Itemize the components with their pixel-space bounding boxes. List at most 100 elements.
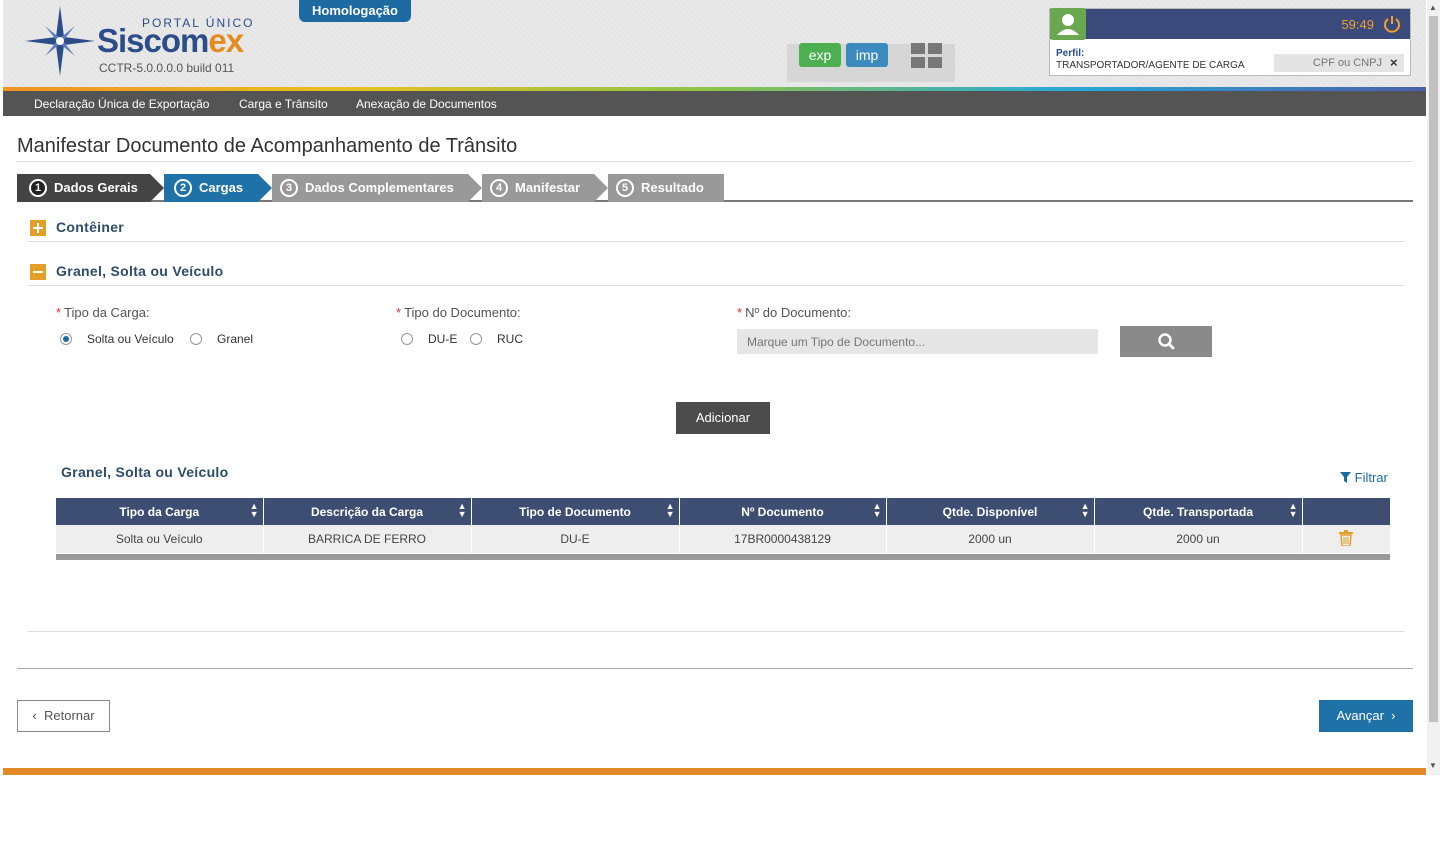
siscomex-logo[interactable]: PORTAL ÚNICO Siscomex CCTR-5.0.0.0.0 bui… (25, 6, 255, 78)
section-container-title[interactable]: Contêiner (56, 219, 124, 235)
col-header-qtde-disponivel[interactable]: Qtde. Disponível ▲ ▼ (886, 498, 1095, 525)
table-title: Granel, Solta ou Veículo (61, 464, 229, 480)
title-divider (17, 161, 1413, 162)
step-arrow (258, 174, 272, 202)
next-button[interactable]: Avançar › (1319, 700, 1413, 732)
power-logout-icon[interactable] (1382, 14, 1402, 34)
col-header-tipo-carga[interactable]: Tipo da Carga ▲ ▼ (56, 498, 264, 525)
num-doc-label-text: Nº do Documento: (745, 305, 851, 320)
sort-icon[interactable]: ▲ ▼ (458, 502, 467, 519)
cell-qtde-disponivel: 2000 un (886, 525, 1095, 553)
radio-solta-veiculo[interactable] (60, 333, 72, 345)
search-icon (1158, 333, 1175, 350)
cell-numero-documento: 17BR0000438129 (679, 525, 887, 553)
wizard-step-dados-gerais[interactable]: 1 Dados Gerais (17, 174, 150, 202)
menu-item-carga-transito[interactable]: Carga e Trânsito (239, 97, 328, 111)
radio-solta-veiculo-label[interactable]: Solta ou Veículo (87, 332, 174, 346)
page-scrollbar[interactable]: ▲ ▼ (1427, 0, 1440, 775)
main-menu: Declaração Única de Exportação Carga e T… (3, 91, 1426, 116)
wizard-step-dados-complementares[interactable]: 3 Dados Complementares (272, 174, 468, 202)
step-number: 1 (29, 178, 47, 197)
col-header-qtde-transportada[interactable]: Qtde. Transportada ▲ ▼ (1094, 498, 1303, 525)
table-row: Solta ou Veículo BARRICA DE FERRO DU-E 1… (56, 525, 1390, 553)
logo-name: Siscomex (97, 22, 244, 60)
col-header-label: Qtde. Disponível (942, 504, 1038, 519)
col-header-label: Nº Documento (741, 504, 824, 519)
step-arrow (594, 174, 608, 202)
radio-due-label[interactable]: DU-E (428, 332, 457, 346)
compass-star-icon (25, 6, 95, 76)
sort-icon[interactable]: ▲ ▼ (1289, 502, 1298, 519)
scroll-up-icon[interactable]: ▲ (1429, 3, 1437, 12)
exp-button[interactable]: exp (799, 43, 841, 67)
page: PORTAL ÚNICO Siscomex CCTR-5.0.0.0.0 bui… (0, 0, 1440, 860)
section-divider (27, 285, 1405, 286)
col-header-numero-documento[interactable]: Nº Documento ▲ ▼ (679, 498, 887, 525)
close-icon[interactable]: × (1390, 55, 1398, 70)
cell-tipo-carga: Solta ou Veículo (56, 525, 264, 553)
cpf-cnpj-input[interactable] (1274, 54, 1404, 72)
radio-due[interactable] (401, 333, 413, 345)
radio-ruc[interactable] (470, 333, 482, 345)
cargas-table: Tipo da Carga ▲ ▼ Descrição da Carga ▲ ▼ Tip… (56, 498, 1390, 553)
menu-item-anexacao[interactable]: Anexação de Documentos (356, 97, 497, 111)
radio-granel[interactable] (190, 333, 202, 345)
step-number: 4 (490, 178, 508, 197)
tipo-carga-label-text: Tipo da Carga: (64, 305, 150, 320)
environment-badge: Homologação (299, 0, 411, 22)
filter-button[interactable]: Filtrar (1340, 470, 1388, 485)
sort-icon[interactable]: ▲ ▼ (1081, 502, 1090, 519)
logo-name-ex: ex (208, 22, 244, 59)
step-arrow (150, 174, 164, 202)
num-doc-input[interactable] (737, 329, 1098, 354)
col-header-label: Qtde. Transportada (1142, 504, 1254, 519)
app-header: PORTAL ÚNICO Siscomex CCTR-5.0.0.0.0 bui… (3, 0, 1426, 88)
section-divider (27, 241, 1405, 242)
section-divider (27, 631, 1405, 632)
radio-granel-label[interactable]: Granel (217, 332, 253, 346)
chevron-right-icon: › (1391, 708, 1396, 723)
apps-grid-icon[interactable] (911, 43, 943, 69)
col-header-label: Tipo da Carga (119, 504, 200, 519)
step-number: 5 (616, 178, 634, 197)
wizard-step-resultado[interactable]: 5 Resultado (608, 174, 724, 202)
search-button[interactable] (1120, 326, 1212, 357)
sort-icon[interactable]: ▲ ▼ (666, 502, 675, 519)
wizard-step-manifestar[interactable]: 4 Manifestar (482, 174, 594, 202)
user-avatar-icon[interactable] (1050, 8, 1086, 40)
col-header-label: Descrição da Carga (310, 504, 424, 519)
step-label: Dados Gerais (54, 180, 138, 195)
footer-color-bar (3, 768, 1426, 775)
cell-tipo-documento: DU-E (471, 525, 680, 553)
col-header-descricao[interactable]: Descrição da Carga ▲ ▼ (263, 498, 472, 525)
col-header-tipo-documento[interactable]: Tipo de Documento ▲ ▼ (471, 498, 680, 525)
tipo-doc-label-text: Tipo do Documento: (404, 305, 521, 320)
sort-icon[interactable]: ▲ ▼ (873, 502, 882, 519)
logo-name-main: Siscom (97, 22, 209, 59)
filter-funnel-icon (1340, 472, 1351, 483)
add-button[interactable]: Adicionar (676, 402, 770, 434)
menu-item-due[interactable]: Declaração Única de Exportação (34, 97, 209, 111)
step-label: Cargas (199, 180, 244, 195)
scroll-down-icon[interactable]: ▼ (1429, 761, 1437, 770)
table-footer-bar (56, 554, 1390, 560)
expand-plus-icon[interactable] (30, 220, 46, 236)
wizard-step-cargas[interactable]: 2 Cargas (164, 174, 258, 202)
sort-icon[interactable]: ▲ ▼ (250, 502, 259, 519)
chevron-left-icon: ‹ (32, 708, 37, 723)
back-button[interactable]: ‹ Retornar (17, 700, 110, 732)
step-number: 2 (174, 178, 192, 197)
page-title: Manifestar Documento de Acompanhamento d… (17, 135, 518, 157)
imp-button[interactable]: imp (846, 43, 888, 67)
collapse-minus-icon[interactable] (30, 264, 46, 280)
step-number: 3 (280, 178, 298, 197)
cell-actions (1302, 525, 1390, 553)
step-label: Manifestar (515, 180, 581, 195)
radio-ruc-label[interactable]: RUC (497, 332, 523, 346)
trash-icon[interactable] (1339, 529, 1354, 547)
section-granel-title[interactable]: Granel, Solta ou Veículo (56, 263, 223, 279)
user-panel: 59:49 Perfil: TRANSPORTADOR/AGENTE DE CA… (1049, 8, 1411, 76)
num-doc-label: * Nº do Documento: (737, 305, 851, 320)
scrollbar-thumb[interactable] (1429, 16, 1438, 722)
wizard-steps: 1 Dados Gerais 2 Cargas 3 Dados Complementa… (17, 174, 1413, 202)
